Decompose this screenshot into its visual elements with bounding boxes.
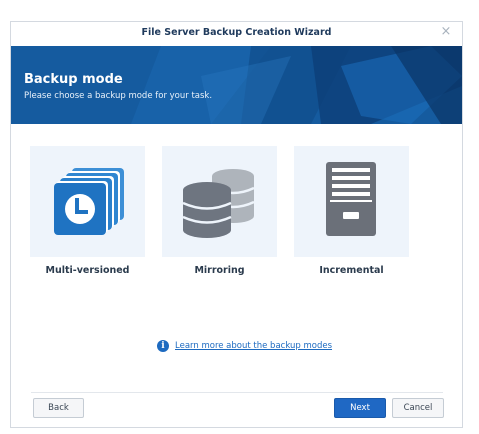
file-cabinet-icon xyxy=(326,162,376,236)
page-heading: Backup mode xyxy=(24,72,123,87)
mode-label-multi-versioned[interactable]: Multi-versioned xyxy=(30,265,145,276)
close-icon[interactable]: × xyxy=(439,25,453,39)
help-link-row: i Learn more about the backup modes xyxy=(157,339,332,353)
cancel-button[interactable]: Cancel xyxy=(392,398,444,418)
footer-divider xyxy=(31,392,443,393)
header-banner: Backup mode Please choose a backup mode … xyxy=(11,46,462,124)
learn-more-link[interactable]: Learn more about the backup modes xyxy=(175,341,332,351)
window-title: File Server Backup Creation Wizard xyxy=(141,27,332,38)
mode-card-multi-versioned[interactable] xyxy=(30,146,145,257)
info-icon: i xyxy=(157,340,169,352)
title-bar: File Server Backup Creation Wizard × xyxy=(11,22,462,46)
next-button[interactable]: Next xyxy=(334,398,386,418)
page-subheading: Please choose a backup mode for your tas… xyxy=(24,91,213,101)
clock-stack-icon xyxy=(54,168,124,235)
mode-card-incremental[interactable] xyxy=(294,146,409,257)
mode-label-incremental[interactable]: Incremental xyxy=(294,265,409,276)
database-icon xyxy=(182,169,255,238)
mode-card-mirroring[interactable] xyxy=(162,146,277,257)
back-button[interactable]: Back xyxy=(33,398,84,418)
wizard-dialog: File Server Backup Creation Wizard × Bac… xyxy=(10,21,463,428)
mode-label-mirroring[interactable]: Mirroring xyxy=(162,265,277,276)
